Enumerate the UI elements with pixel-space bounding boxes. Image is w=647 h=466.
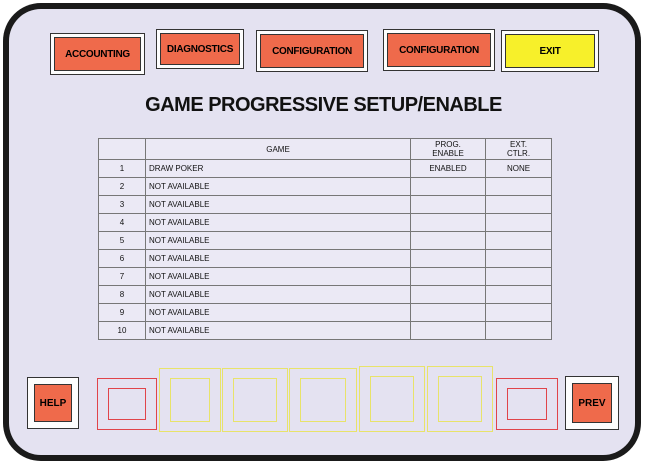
accounting-button-label: ACCOUNTING — [54, 37, 141, 71]
button-slot-3-inner — [233, 378, 277, 422]
configuration-button-2[interactable]: CONFIGURATION — [383, 29, 495, 71]
row-ext-ctlr[interactable] — [485, 213, 552, 232]
row-prog-enable[interactable] — [410, 177, 486, 196]
row-ext-ctlr[interactable] — [485, 177, 552, 196]
help-button[interactable]: HELP — [27, 377, 79, 429]
accounting-button[interactable]: ACCOUNTING — [50, 33, 145, 75]
exit-button[interactable]: EXIT — [501, 30, 599, 72]
row-number: 5 — [98, 231, 146, 250]
row-number: 4 — [98, 213, 146, 232]
button-slot-6[interactable] — [427, 366, 493, 432]
diagnostics-button-label: DIAGNOSTICS — [160, 33, 240, 65]
header-num — [98, 138, 146, 160]
table-row: 3 NOT AVAILABLE — [98, 195, 552, 214]
row-ext-ctlr[interactable] — [485, 303, 552, 322]
button-slot-5[interactable] — [359, 366, 425, 432]
diagnostics-button[interactable]: DIAGNOSTICS — [156, 29, 244, 69]
row-number: 3 — [98, 195, 146, 214]
table-row: 6 NOT AVAILABLE — [98, 249, 552, 268]
row-prog-enable[interactable] — [410, 249, 486, 268]
prev-button-label: PREV — [572, 383, 612, 423]
button-slot-7-inner — [507, 388, 547, 420]
row-number: 1 — [98, 159, 146, 178]
row-prog-enable[interactable] — [410, 267, 486, 286]
row-ext-ctlr[interactable] — [485, 249, 552, 268]
row-prog-enable[interactable] — [410, 231, 486, 250]
row-game-name: DRAW POKER — [145, 159, 411, 178]
button-slot-1-inner — [108, 388, 146, 420]
row-game-name: NOT AVAILABLE — [145, 177, 411, 196]
table-row: 4 NOT AVAILABLE — [98, 213, 552, 232]
row-game-name: NOT AVAILABLE — [145, 195, 411, 214]
button-slot-2-inner — [170, 378, 210, 422]
button-slot-6-inner — [438, 376, 482, 422]
table-row: 1 DRAW POKER ENABLED NONE — [98, 159, 552, 178]
row-prog-enable[interactable] — [410, 195, 486, 214]
button-slot-1[interactable] — [97, 378, 157, 430]
row-number: 9 — [98, 303, 146, 322]
row-game-name: NOT AVAILABLE — [145, 249, 411, 268]
table-header-row: GAME PROG. ENABLE EXT. CTLR. — [98, 138, 552, 160]
configuration-button-1-label: CONFIGURATION — [260, 34, 364, 68]
button-slot-5-inner — [370, 376, 414, 422]
row-number: 7 — [98, 267, 146, 286]
row-game-name: NOT AVAILABLE — [145, 285, 411, 304]
header-ext-ctlr: EXT. CTLR. — [485, 138, 552, 160]
row-number: 6 — [98, 249, 146, 268]
row-ext-ctlr[interactable] — [485, 231, 552, 250]
row-game-name: NOT AVAILABLE — [145, 231, 411, 250]
row-game-name: NOT AVAILABLE — [145, 303, 411, 322]
table-row: 10 NOT AVAILABLE — [98, 321, 552, 340]
help-button-label: HELP — [34, 384, 72, 422]
row-prog-enable[interactable] — [410, 213, 486, 232]
button-slot-4-inner — [300, 378, 346, 422]
button-slot-3[interactable] — [222, 368, 288, 432]
page-title: GAME PROGRESSIVE SETUP/ENABLE — [145, 94, 502, 116]
row-prog-enable[interactable]: ENABLED — [410, 159, 486, 178]
row-game-name: NOT AVAILABLE — [145, 321, 411, 340]
prev-button[interactable]: PREV — [565, 376, 619, 430]
exit-button-label: EXIT — [505, 34, 595, 68]
button-slot-4[interactable] — [289, 368, 357, 432]
header-prog-enable: PROG. ENABLE — [410, 138, 486, 160]
row-number: 10 — [98, 321, 146, 340]
configuration-button-1[interactable]: CONFIGURATION — [256, 30, 368, 72]
table-row: 7 NOT AVAILABLE — [98, 267, 552, 286]
table-row: 9 NOT AVAILABLE — [98, 303, 552, 322]
row-game-name: NOT AVAILABLE — [145, 213, 411, 232]
header-game: GAME — [145, 138, 411, 160]
row-ext-ctlr[interactable] — [485, 195, 552, 214]
row-number: 8 — [98, 285, 146, 304]
configuration-button-2-label: CONFIGURATION — [387, 33, 491, 67]
row-number: 2 — [98, 177, 146, 196]
progressive-table: GAME PROG. ENABLE EXT. CTLR. 1 DRAW POKER… — [98, 138, 552, 340]
row-prog-enable[interactable] — [410, 321, 486, 340]
table-row: 8 NOT AVAILABLE — [98, 285, 552, 304]
button-slot-2[interactable] — [159, 368, 221, 432]
row-prog-enable[interactable] — [410, 285, 486, 304]
row-ext-ctlr[interactable] — [485, 267, 552, 286]
row-ext-ctlr[interactable]: NONE — [485, 159, 552, 178]
row-ext-ctlr[interactable] — [485, 285, 552, 304]
row-game-name: NOT AVAILABLE — [145, 267, 411, 286]
table-row: 2 NOT AVAILABLE — [98, 177, 552, 196]
table-row: 5 NOT AVAILABLE — [98, 231, 552, 250]
row-ext-ctlr[interactable] — [485, 321, 552, 340]
row-prog-enable[interactable] — [410, 303, 486, 322]
button-slot-7[interactable] — [496, 378, 558, 430]
